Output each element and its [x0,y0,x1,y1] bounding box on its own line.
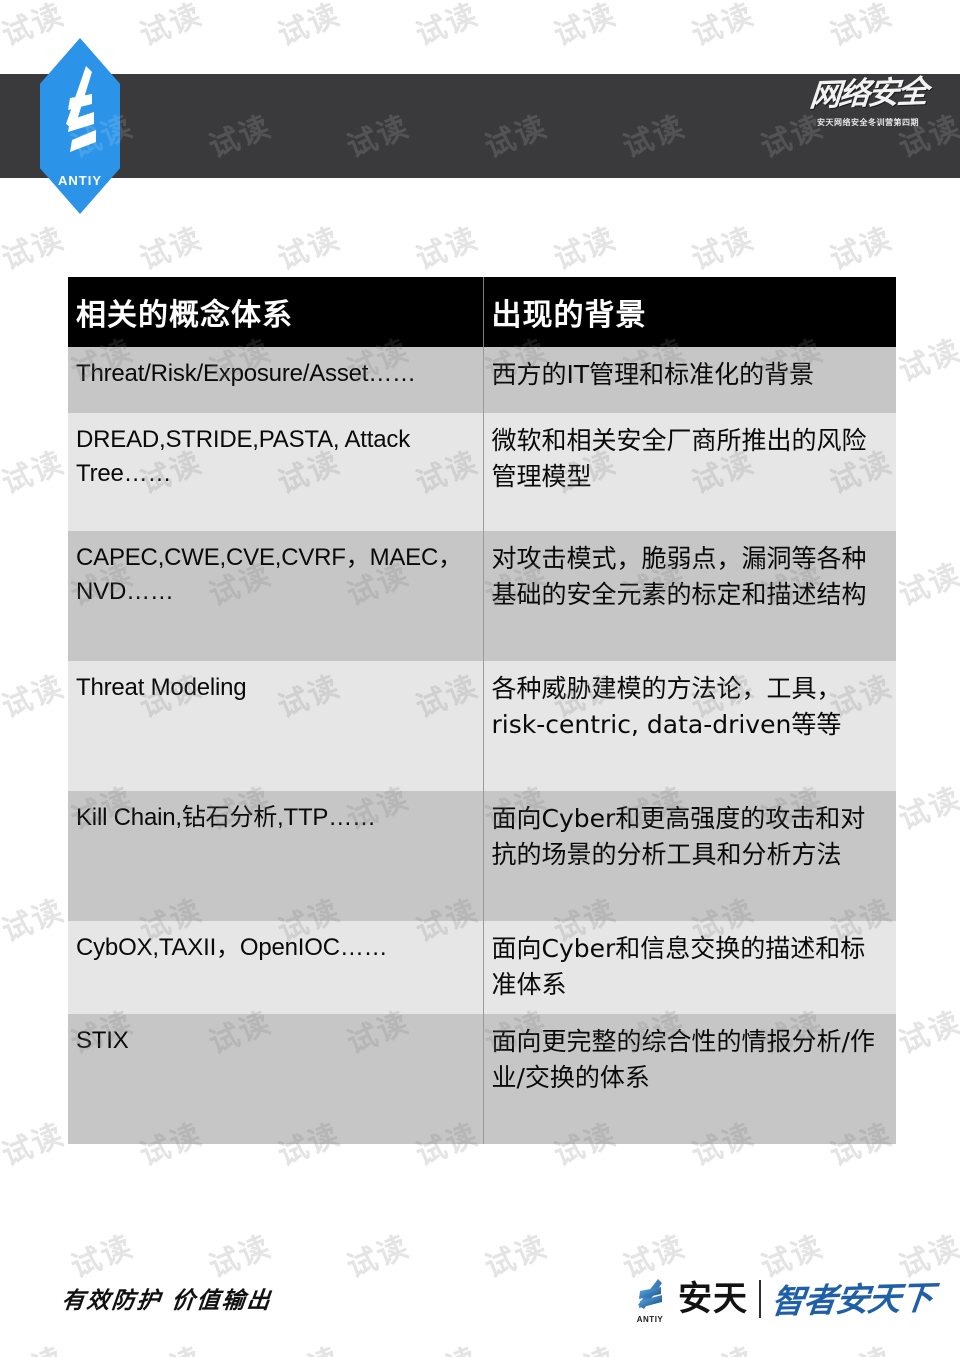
table-row: Kill Chain,钻石分析,TTP…… 面向Cyber和更高强度的攻击和对抗… [68,791,896,921]
concept-system-table: 相关的概念体系 出现的背景 Threat/Risk/Exposure/Asset… [68,277,896,1144]
table-row: DREAD,STRIDE,PASTA, Attack Tree…… 微软和相关安… [68,413,896,531]
cell-term: Threat/Risk/Exposure/Asset…… [68,347,484,413]
watermark-text: 试读 [825,221,898,278]
watermark-text: 试读 [0,669,70,726]
watermark-text: 试读 [480,1229,553,1286]
watermark-text: 试读 [408,1334,484,1357]
watermark-text: 试读 [135,0,208,54]
slide-canvas: ANTIY 网络安全 安天网络安全冬训营第四期 相关的概念体系 出现的背景 Th… [0,0,960,1357]
logo-wordmark: ANTIY [58,173,102,188]
watermark-text: 试读 [411,0,484,54]
cell-term: Kill Chain,钻石分析,TTP…… [68,791,484,921]
footer-slogan: 有效防护 价值输出 [60,1287,274,1314]
header-calligraphy-title: 网络安全 [808,73,928,115]
watermark-text: 试读 [0,998,1,1063]
cell-term: CybOX,TAXII，OpenIOC…… [68,921,484,1014]
watermark-text: 试读 [549,221,622,278]
footer-brand-name: 安天 [678,1279,748,1319]
watermark-text: 试读 [0,774,1,839]
footer-feather-icon [638,1279,662,1309]
cell-context: 面向更完整的综合性的情报分析/作业/交换的体系 [483,1014,896,1144]
table-head: 相关的概念体系 出现的背景 [68,277,896,347]
footer-tagline: 智者安天下 [769,1277,935,1321]
watermark-text: 试读 [132,1334,208,1357]
table-row: STIX 面向更完整的综合性的情报分析/作业/交换的体系 [68,1014,896,1144]
watermark-text: 试读 [342,1229,415,1286]
watermark-text: 试读 [0,550,1,615]
column-header-term: 相关的概念体系 [68,277,484,347]
table-row: Threat Modeling 各种威胁建模的方法论，工具，risk-centr… [68,661,896,791]
watermark-text: 试读 [825,0,898,54]
footer-brand-lockup: ANTIY 安天 智者安天下 [628,1271,935,1327]
footer-divider [759,1280,761,1318]
watermark-text: 试读 [0,1334,70,1357]
watermark-text: 试读 [822,1334,898,1357]
watermark-text: 试读 [894,1005,960,1062]
cell-term: Threat Modeling [68,661,484,791]
watermark-text: 试读 [0,326,1,391]
cell-context: 微软和相关安全厂商所推出的风险管理模型 [483,413,896,531]
cell-term: STIX [68,1014,484,1144]
footer-wordmark: ANTIY [636,1315,664,1324]
cell-context: 各种威胁建模的方法论，工具，risk-centric, data-driven等… [483,661,896,791]
cell-term: CAPEC,CWE,CVE,CVRF，MAEC，NVD…… [68,531,484,661]
cell-context: 西方的IT管理和标准化的背景 [483,347,896,413]
watermark-text: 试读 [270,1334,346,1357]
table-row: CybOX,TAXII，OpenIOC…… 面向Cyber和信息交换的描述和标准… [68,921,896,1014]
watermark-text: 试读 [135,221,208,278]
watermark-text: 试读 [204,1229,277,1286]
watermark-text: 试读 [66,1229,139,1286]
watermark-text: 试读 [546,1334,622,1357]
watermark-text: 试读 [411,221,484,278]
table-row: Threat/Risk/Exposure/Asset…… 西方的IT管理和标准化… [68,347,896,413]
watermark-text: 试读 [894,333,960,390]
watermark-text: 试读 [0,445,70,502]
watermark-text: 试读 [687,0,760,54]
watermark-text: 试读 [549,0,622,54]
watermark-text: 试读 [273,221,346,278]
table-header-row: 相关的概念体系 出现的背景 [68,277,896,347]
header-calligraphy-subtitle: 安天网络安全冬训营第四期 [817,117,919,127]
watermark-text: 试读 [894,557,960,614]
watermark-text: 试读 [0,1222,1,1287]
cell-context: 对攻击模式，脆弱点，漏洞等各种基础的安全元素的标定和描述结构 [483,531,896,661]
table-row: CAPEC,CWE,CVE,CVRF，MAEC，NVD…… 对攻击模式，脆弱点，… [68,531,896,661]
watermark-text: 试读 [273,0,346,54]
watermark-text: 试读 [0,893,70,950]
watermark-text: 试读 [687,221,760,278]
watermark-text: 试读 [894,781,960,838]
cell-context: 面向Cyber和信息交换的描述和标准体系 [483,921,896,1014]
watermark-text: 试读 [684,1334,760,1357]
antiy-logo: ANTIY [40,38,120,214]
cell-term: DREAD,STRIDE,PASTA, Attack Tree…… [68,413,484,531]
table-body: Threat/Risk/Exposure/Asset…… 西方的IT管理和标准化… [68,347,896,1144]
column-header-context: 出现的背景 [483,277,896,347]
watermark-text: 试读 [0,1117,70,1174]
watermark-text: 试读 [0,221,70,278]
header-calligraphy: 网络安全 安天网络安全冬训营第四期 [798,73,938,174]
cell-context: 面向Cyber和更高强度的攻击和对抗的场景的分析工具和分析方法 [483,791,896,921]
footer-antiy-icon: ANTIY [628,1275,672,1324]
